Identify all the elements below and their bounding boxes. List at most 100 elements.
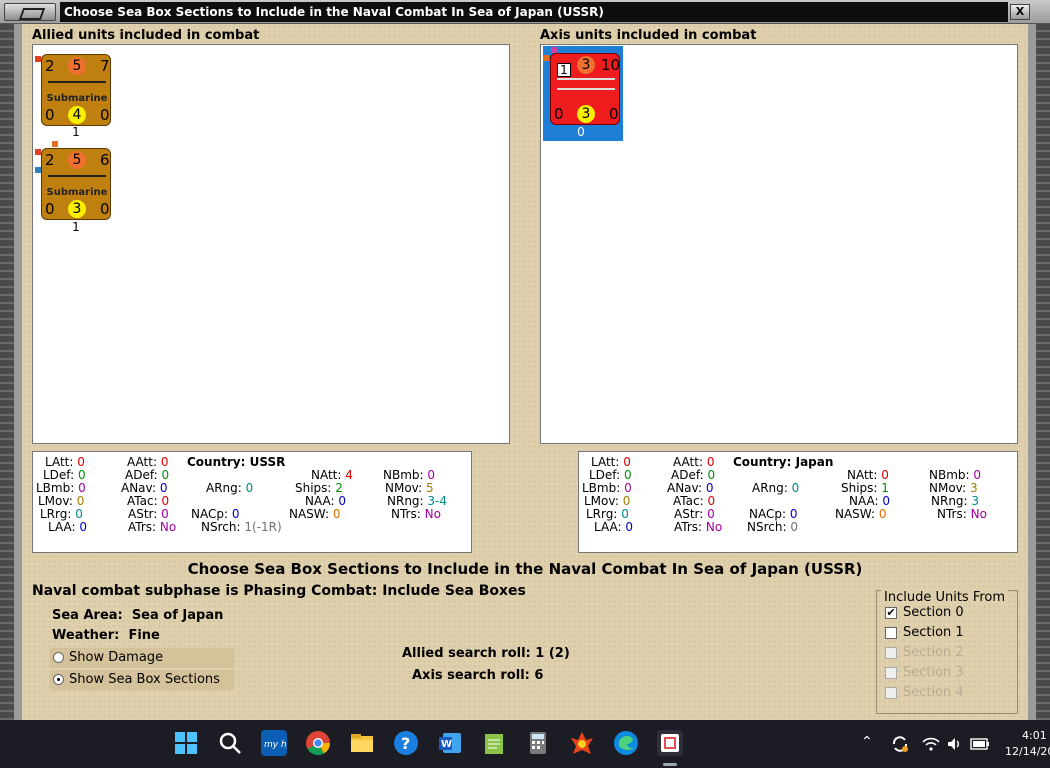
svg-text:?: ? [401,734,410,753]
unit-stat: 0 [45,200,55,218]
stat-aatt: AAtt: 0 [127,455,169,469]
clock-time[interactable]: 4:01 [1022,729,1047,742]
stat-lmov: LMov: 0 [38,494,85,508]
submarine-icon [48,175,106,177]
chevron-up-icon[interactable]: ⌃ [861,734,873,750]
unit-stat: 0 [554,105,564,123]
stat-lbmb: LBmb: 0 [36,481,86,495]
search-icon[interactable] [217,730,243,756]
stat-lrrg: LRrg: 0 [40,507,83,521]
snipping-tool-icon[interactable] [657,730,683,756]
word-icon[interactable]: W [437,730,463,756]
stat-ldef: LDef: 0 [589,468,632,482]
stat-aatt: AAtt: 0 [673,455,715,469]
stat-ships: Ships: 2 [295,481,343,495]
stat-naa: NAA: 0 [849,494,891,508]
checkbox[interactable]: ✔ [885,607,897,619]
unit-defense: 3 [577,56,595,74]
allied-units-label: Allied units included in combat [32,28,260,43]
game-icon[interactable] [569,730,595,756]
help-icon[interactable]: ? [393,730,419,756]
section-label: Section 2 [903,645,964,660]
show-damage-option[interactable]: Show Damage [50,648,234,668]
unit-marker [52,141,58,147]
axis-stats-panel: LAtt: 0 AAtt: 0 Country: Japan LDef: 0 A… [578,451,1018,553]
clock-date[interactable]: 12/14/20 [1005,745,1050,758]
section-label: Section 0 [903,605,964,620]
axis-units-list[interactable]: 1 3 10 0 3 0 0 [540,44,1018,444]
stat-country: Country: Japan [733,455,834,469]
unit-stat: 0 [45,106,55,124]
svg-text:W: W [441,739,452,750]
show-damage-radio[interactable] [53,652,64,663]
dialog-heading: Choose Sea Box Sections to Include in th… [187,560,863,578]
weather-info: Weather: Fine [52,628,160,643]
unit-movement: 10 [601,56,621,74]
unit-count: 1 [72,125,80,139]
show-sections-option[interactable]: Show Sea Box Sections [50,670,234,690]
stat-laa: LAA: 0 [594,520,633,534]
stat-nbmb: NBmb: 0 [929,468,982,482]
allied-unit-counter[interactable]: 2 5 6 Submarine 0 3 0 [41,148,111,220]
close-button[interactable]: X [1010,4,1030,20]
section-label: Section 4 [903,685,964,700]
title-bar: Choose Sea Box Sections to Include in th… [0,0,1050,24]
sea-area-info: Sea Area: Sea of Japan [52,608,224,623]
stat-nasw: NASW: 0 [835,507,887,521]
dialog-body: Allied units included in combat 2 5 7 Su… [22,24,1028,720]
battleship-icon [557,88,615,90]
unit-count: 0 [577,125,585,139]
window-title: Choose Sea Box Sections to Include in th… [60,2,1008,22]
allied-unit-counter[interactable]: 2 5 7 Submarine 0 4 0 [41,54,111,126]
unit-stat: 0 [609,105,619,123]
battery-icon[interactable] [970,737,990,754]
stat-lbmb: LBmb: 0 [582,481,632,495]
stat-nacp: NACp: 0 [749,507,798,521]
chrome-icon[interactable] [305,730,331,756]
stat-latt: LAtt: 0 [591,455,631,469]
system-menu-button[interactable] [4,3,56,21]
show-sections-label: Show Sea Box Sections [69,672,220,687]
checkbox[interactable] [885,627,897,639]
stat-nrng: NRng: 3 [931,494,980,508]
axis-unit-counter[interactable]: 1 3 10 0 3 0 [550,53,620,125]
stat-ntrs: NTrs: No [937,507,987,521]
calculator-icon[interactable] [525,730,551,756]
checkbox [885,647,897,659]
unit-stat: 4 [68,106,86,124]
axis-search-roll: Axis search roll: 6 [412,668,544,683]
file-explorer-icon[interactable] [349,730,375,756]
unit-defense: 5 [68,57,86,75]
allied-search-roll: Allied search roll: 1 (2) [402,646,570,661]
stat-lmov: LMov: 0 [584,494,631,508]
stat-natt: NAtt: 4 [311,468,353,482]
stat-nmov: NMov: 3 [929,481,978,495]
unit-attack: 2 [45,151,55,169]
checkbox [885,667,897,679]
myhp-icon[interactable]: my hp [261,730,293,756]
unit-type: Submarine [46,187,108,198]
unit-type: Submarine [46,93,108,104]
wifi-icon[interactable] [922,736,940,755]
unit-attack: 2 [45,57,55,75]
stat-nasw: NASW: 0 [289,507,341,521]
volume-icon[interactable] [946,736,964,755]
stat-astr: AStr: 0 [128,507,169,521]
unit-badge: 1 [557,63,571,77]
unit-stat: 0 [100,200,110,218]
submarine-icon [48,81,106,83]
unit-defense: 5 [68,151,86,169]
show-sections-radio[interactable] [53,674,64,685]
notepad-icon[interactable] [481,730,507,756]
checkbox [885,687,897,699]
axis-units-label: Axis units included in combat [540,28,757,43]
windows-start-icon[interactable] [173,730,199,756]
allied-units-list[interactable]: 2 5 7 Submarine 0 4 0 1 2 5 6 Submarine … [32,44,510,444]
section-label: Section 1 [903,625,964,640]
stat-natt: NAtt: 0 [847,468,889,482]
show-damage-label: Show Damage [69,650,164,665]
include-units-title: Include Units From [881,590,1009,605]
edge-icon[interactable] [613,730,639,756]
sync-icon[interactable] [890,734,910,757]
stat-atac: ATac: 0 [673,494,716,508]
